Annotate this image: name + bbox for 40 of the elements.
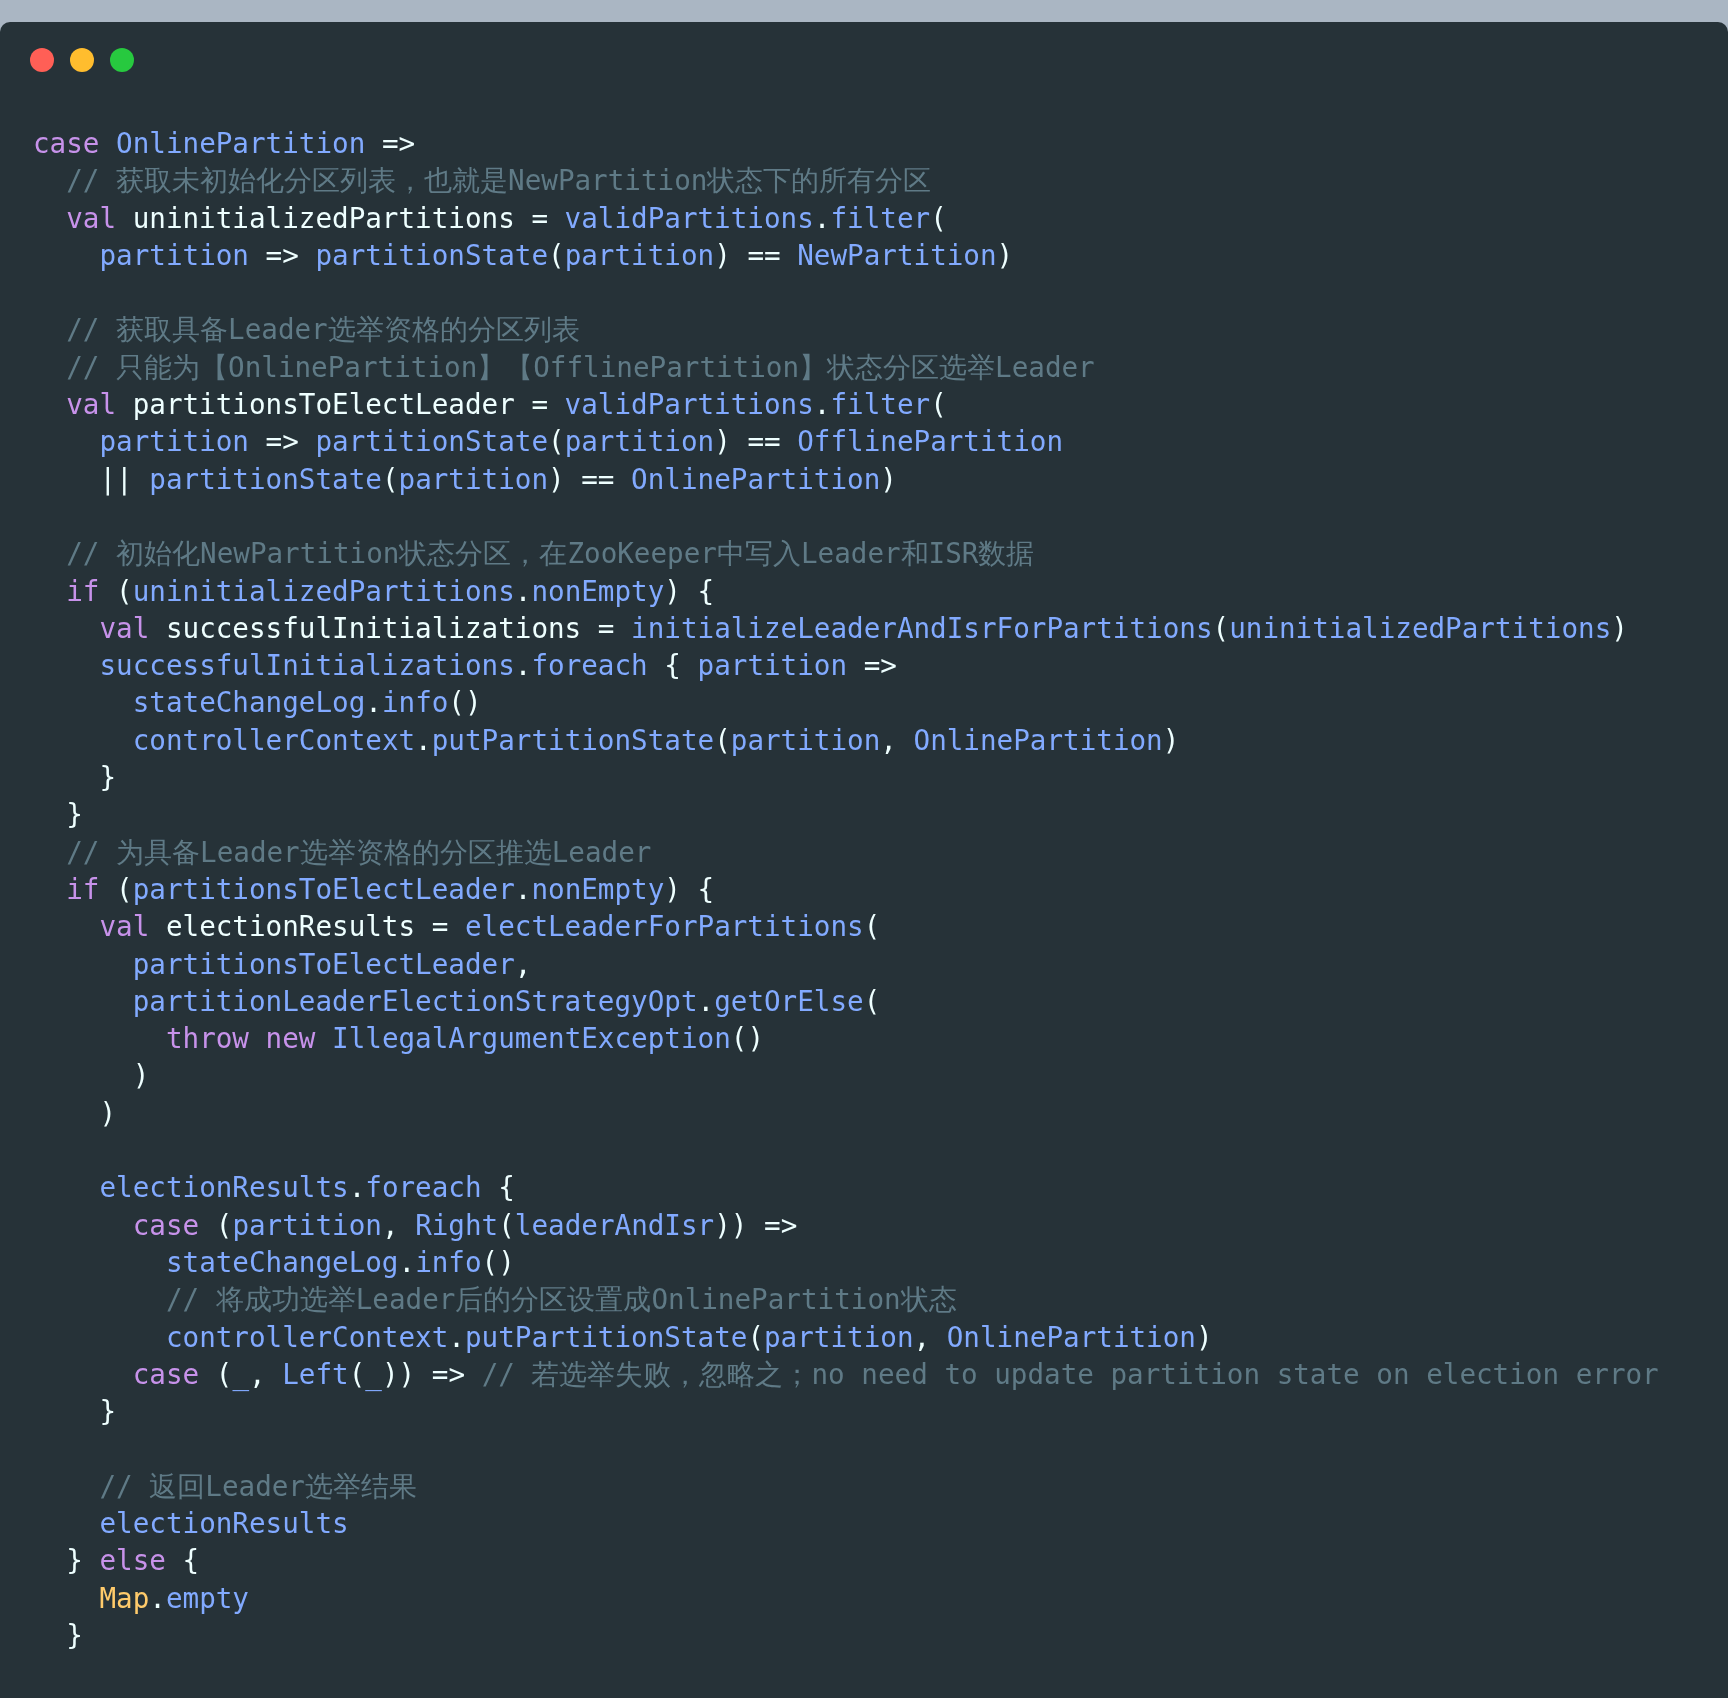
code-line: partitionLeaderElectionStrategyOpt.getOrElse( [132, 983, 881, 1020]
window-button[interactable] [70, 48, 94, 72]
code-line: electionResults [99, 1506, 349, 1542]
code-line: if (partitionsToElectLeader.nonEmpty) { [66, 871, 715, 908]
code-line: val successfulInitializations = initializeLeaderAndIsrForPartitions(uninitializedPartitions) [99, 610, 1628, 647]
code-line: throw new IllegalArgumentException() [165, 1021, 764, 1058]
code-line: case (_, Left(_)) => // 若选举失败，忽略之；no need to update partition state on election error [132, 1356, 1659, 1393]
code-line: partitionsToElectLeader, [132, 946, 532, 983]
code-line: // 返回Leader选举结果 [99, 1468, 417, 1505]
code-line: // 获取具备Leader选举资格的分区列表 [66, 312, 580, 349]
code-line: electionResults.foreach { [99, 1170, 515, 1207]
code-line: stateChangeLog.info() [165, 1244, 515, 1281]
code-line: ) [99, 1095, 117, 1132]
code-line: ) [132, 1058, 150, 1095]
code-line: controllerContext.putPartitionState(partition, OnlinePartition) [132, 722, 1180, 759]
code-line: partition => partitionState(partition) == OfflinePartition [99, 424, 1064, 461]
code-line: // 为具备Leader选举资格的分区推选Leader [66, 834, 652, 871]
code-line: // 将成功选举Leader后的分区设置成OnlinePartition状态 [165, 1282, 957, 1319]
code-line: } [99, 1394, 117, 1431]
code-line: // 初始化NewPartition状态分区，在ZooKeeper中写入Leader和ISR数据 [66, 536, 1035, 573]
window-button[interactable] [110, 48, 134, 72]
code-line: // 只能为【OnlinePartition】【OfflinePartition】状态分区选举Leader [66, 349, 1095, 386]
code-line: } [99, 760, 117, 797]
code-line: } else { [66, 1543, 200, 1580]
code-line: case OnlinePartition => [33, 126, 416, 162]
code-line: controllerContext.putPartitionState(partition, OnlinePartition) [165, 1319, 1213, 1356]
code-line: val electionResults = electLeaderForPartitions( [99, 909, 881, 946]
code-line: val partitionsToElectLeader = validPartitions.filter( [66, 387, 947, 424]
code-line: if (uninitializedPartitions.nonEmpty) { [66, 573, 715, 610]
code-line: partition => partitionState(partition) == NewPartition) [99, 237, 1014, 274]
code-line: Map.empty [99, 1580, 249, 1617]
code-line: || partitionState(partition) == OnlinePartition) [99, 461, 897, 498]
code-line: successfulInitializations.foreach { partition => [99, 648, 897, 685]
code-line: } [66, 797, 83, 834]
code-line: } [66, 1617, 83, 1654]
code-line: stateChangeLog.info() [132, 685, 482, 722]
code-line: val uninitializedPartitions = validPartitions.filter( [66, 200, 947, 237]
code-line: // 获取未初始化分区列表，也就是NewPartition状态下的所有分区 [66, 163, 932, 200]
code-line: case (partition, Right(leaderAndIsr)) => [132, 1207, 798, 1244]
window-button[interactable] [30, 48, 54, 72]
